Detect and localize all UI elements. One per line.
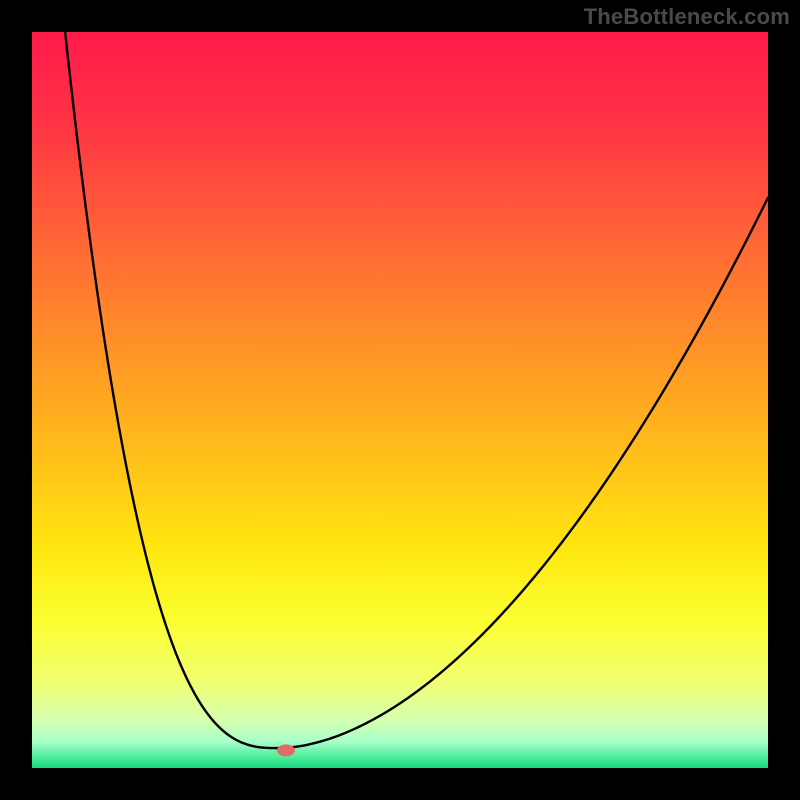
chart-frame: TheBottleneck.com [0, 0, 800, 800]
chart-svg [32, 32, 768, 768]
watermark-text: TheBottleneck.com [584, 4, 790, 30]
plot-area [32, 32, 768, 768]
current-config-marker [277, 744, 295, 756]
